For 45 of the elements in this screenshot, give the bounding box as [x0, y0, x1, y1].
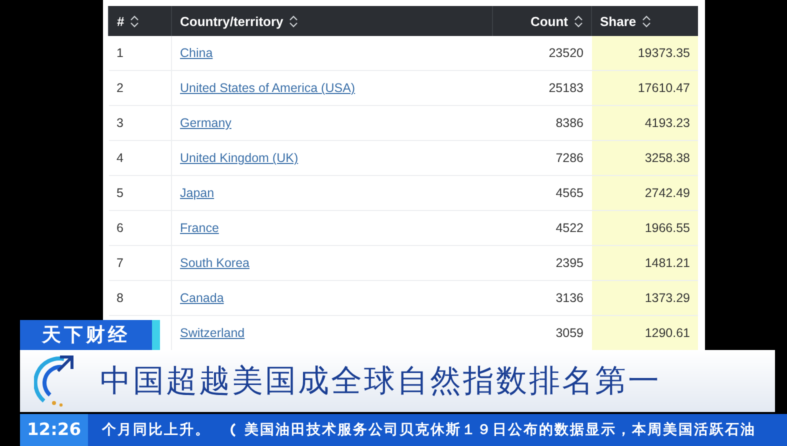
count-value: 4522 — [556, 221, 584, 235]
share-value: 1290.61 — [644, 326, 690, 340]
ticker-text: 美国油田技术服务公司贝克休斯１９日公布的数据显示，本周美国活跃石油 — [244, 421, 756, 439]
share-value: 2742.49 — [644, 186, 690, 200]
count-value: 8386 — [556, 116, 584, 130]
count-value: 23520 — [548, 46, 584, 60]
headline: 中国超越美国成全球自然指数排名第一 — [100, 362, 661, 401]
country-link[interactable]: Switzerland — [180, 326, 245, 340]
share-value: 1966.55 — [644, 221, 690, 235]
share-value: 4193.23 — [644, 116, 690, 130]
rank-number: 7 — [116, 256, 124, 270]
rank-number: 3 — [116, 116, 124, 130]
country-link[interactable]: Canada — [180, 291, 224, 305]
share-value: 19373.35 — [638, 46, 690, 60]
count-value: 3136 — [556, 291, 584, 305]
count-value: 4565 — [556, 186, 584, 200]
country-link[interactable]: France — [180, 221, 219, 235]
count-value: 7286 — [556, 151, 584, 165]
column-header[interactable]: # — [117, 14, 140, 28]
sort-icon — [574, 14, 583, 28]
country-link[interactable]: United States of America (USA) — [180, 81, 356, 95]
share-value: 3258.38 — [644, 151, 690, 165]
column-header[interactable]: Country/territory — [180, 14, 298, 28]
ticker-text: 个月同比上升。 — [102, 421, 210, 439]
count-value: 3059 — [556, 326, 584, 340]
rank-number: 1 — [116, 46, 124, 60]
country-link[interactable]: United Kingdom (UK) — [180, 151, 298, 165]
sort-icon — [289, 14, 298, 28]
country-link[interactable]: South Korea — [180, 256, 250, 270]
rank-number: 8 — [116, 291, 124, 305]
clock: 12:26 — [20, 414, 88, 446]
sort-icon — [130, 14, 140, 28]
rank-number: 6 — [116, 221, 124, 235]
share-value: 1481.21 — [644, 256, 690, 270]
rank-number: 5 — [116, 186, 124, 200]
count-value: 2395 — [556, 256, 584, 270]
count-value: 25183 — [548, 81, 584, 95]
sort-icon — [642, 14, 652, 28]
rank-number: 2 — [116, 81, 124, 95]
rank-number: 4 — [116, 151, 124, 165]
share-value: 1373.29 — [644, 291, 690, 305]
country-link[interactable]: Japan — [180, 186, 214, 200]
country-link[interactable]: Germany — [180, 116, 232, 130]
country-link[interactable]: China — [180, 46, 213, 60]
share-value: 17610.47 — [638, 81, 690, 95]
